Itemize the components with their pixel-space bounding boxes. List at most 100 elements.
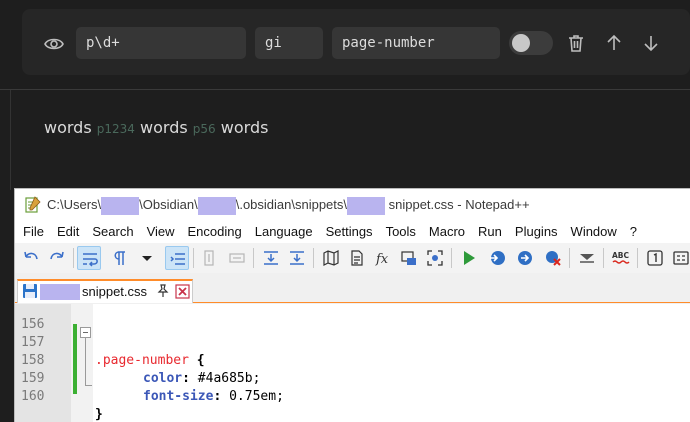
menu-encoding[interactable]: Encoding xyxy=(188,221,242,243)
title-segment: \.obsidian\snippets\ xyxy=(235,197,348,212)
panel-button[interactable] xyxy=(669,246,690,270)
title-segment: \Obsidian\ xyxy=(139,197,198,212)
macro-play-button[interactable] xyxy=(457,246,481,270)
title-segment: C:\Users\ xyxy=(47,197,102,212)
indent-guide-button[interactable] xyxy=(165,246,189,270)
line-number: 160 xyxy=(21,389,45,404)
monitoring-button[interactable] xyxy=(423,246,447,270)
arrow-up-icon[interactable] xyxy=(604,33,624,53)
toggle-knob xyxy=(512,34,530,52)
save-macro-button[interactable] xyxy=(575,246,599,270)
function-icon: fx xyxy=(375,252,389,267)
notepad-app-icon xyxy=(25,196,41,213)
pin-icon[interactable] xyxy=(156,284,170,298)
indent-guide-icon xyxy=(170,253,185,265)
folder-workspace-button[interactable] xyxy=(397,246,421,270)
macro-run-multiple-button[interactable] xyxy=(513,246,537,270)
menu-help[interactable]: ? xyxy=(630,221,637,243)
document-list-button[interactable] xyxy=(345,246,369,270)
menu-window[interactable]: Window xyxy=(571,221,617,243)
fold-all-icon xyxy=(264,251,278,265)
chevron-down-icon xyxy=(142,256,152,261)
sync-horizontal-button[interactable] xyxy=(225,246,249,270)
menu-edit[interactable]: Edit xyxy=(57,221,79,243)
macro-cancel-icon xyxy=(546,251,561,266)
css-class-input[interactable]: page-number xyxy=(332,27,500,59)
word-wrap-icon xyxy=(83,253,98,267)
menu-language[interactable]: Language xyxy=(255,221,313,243)
unfold-all-button[interactable] xyxy=(285,246,309,270)
toolbar-separator xyxy=(253,248,254,268)
enable-toggle[interactable] xyxy=(509,31,553,55)
toolbar-separator xyxy=(569,248,570,268)
toolbar-separator xyxy=(313,248,314,268)
spell-check-button[interactable]: ABC xyxy=(609,246,633,270)
word-wrap-button[interactable] xyxy=(77,246,101,270)
save-macro-icon xyxy=(580,254,594,263)
macro-forward-icon xyxy=(518,251,532,265)
menu-tools[interactable]: Tools xyxy=(386,221,416,243)
trash-icon[interactable] xyxy=(566,33,586,53)
code-line: 156 xyxy=(15,298,690,332)
eye-icon[interactable] xyxy=(44,34,64,54)
toolbar-separator xyxy=(637,248,638,268)
unfold-all-icon xyxy=(290,251,304,265)
preview-word: words xyxy=(44,118,92,137)
regex-flags-input[interactable]: gi xyxy=(255,27,323,59)
menu-bar: File Edit Search View Encoding Language … xyxy=(15,221,690,243)
menu-file[interactable]: File xyxy=(23,221,44,243)
toolbar-separator xyxy=(193,248,194,268)
page-number-match: p56 xyxy=(192,122,216,136)
title-segment: snippet.css - Notepad++ xyxy=(385,197,530,212)
macro-stop-button[interactable] xyxy=(541,246,565,270)
function-list-button[interactable]: fx xyxy=(371,246,395,270)
preview-text: words p1234 words p56 words xyxy=(44,118,268,137)
spell-check-icon: ABC xyxy=(612,251,630,264)
sync-vertical-icon xyxy=(204,250,214,266)
code-line: 159 font-size: 0.75em; xyxy=(15,352,690,404)
code-line: 157 .page-number { xyxy=(15,316,690,368)
code-editor[interactable]: 156 157 .page-number { 158 color: #4a685… xyxy=(15,304,690,422)
tab-number-button[interactable] xyxy=(643,246,667,270)
css-value: 0.75em; xyxy=(221,389,284,404)
svg-text:fx: fx xyxy=(375,252,389,267)
document-icon xyxy=(351,250,363,266)
macro-record-button[interactable] xyxy=(485,246,509,270)
brace: } xyxy=(95,407,103,422)
gutter-rule xyxy=(10,90,11,190)
sync-vertical-button[interactable] xyxy=(197,246,221,270)
menu-plugins[interactable]: Plugins xyxy=(515,221,558,243)
regex-pattern-input[interactable]: p\d+ xyxy=(76,27,246,59)
menu-settings[interactable]: Settings xyxy=(326,221,373,243)
toolbar-separator xyxy=(73,248,74,268)
number-one-icon xyxy=(647,250,663,266)
close-icon[interactable] xyxy=(175,284,190,299)
window-title: C:\Users\ \Obsidian\ \.obsidian\snippets\ … xyxy=(47,189,530,221)
map-icon xyxy=(323,250,339,266)
code-line: 160 } xyxy=(15,370,690,422)
panel-divider xyxy=(0,89,690,90)
macro-back-icon xyxy=(490,251,505,265)
menu-view[interactable]: View xyxy=(147,221,175,243)
redo-icon xyxy=(50,251,64,260)
undo-button[interactable] xyxy=(19,246,43,270)
redacted-block xyxy=(101,196,140,215)
show-symbols-button[interactable] xyxy=(107,246,131,270)
floppy-disk-icon xyxy=(23,284,37,298)
redo-button[interactable] xyxy=(45,246,69,270)
arrow-down-icon[interactable] xyxy=(641,33,661,53)
menu-run[interactable]: Run xyxy=(478,221,502,243)
document-map-button[interactable] xyxy=(319,246,343,270)
svg-text:ABC: ABC xyxy=(612,251,630,260)
fold-all-button[interactable] xyxy=(259,246,283,270)
symbols-dropdown[interactable] xyxy=(135,246,153,270)
menu-macro[interactable]: Macro xyxy=(429,221,465,243)
code-line: 158 color: #4a685b; xyxy=(15,334,690,386)
redacted-block xyxy=(197,196,236,215)
title-bar: C:\Users\ \Obsidian\ \.obsidian\snippets\ … xyxy=(15,189,690,221)
preview-word: words xyxy=(220,118,269,137)
menu-search[interactable]: Search xyxy=(92,221,133,243)
code-text: } xyxy=(95,406,103,422)
pilcrow-icon xyxy=(114,251,125,265)
css-property: font-size xyxy=(143,389,214,404)
